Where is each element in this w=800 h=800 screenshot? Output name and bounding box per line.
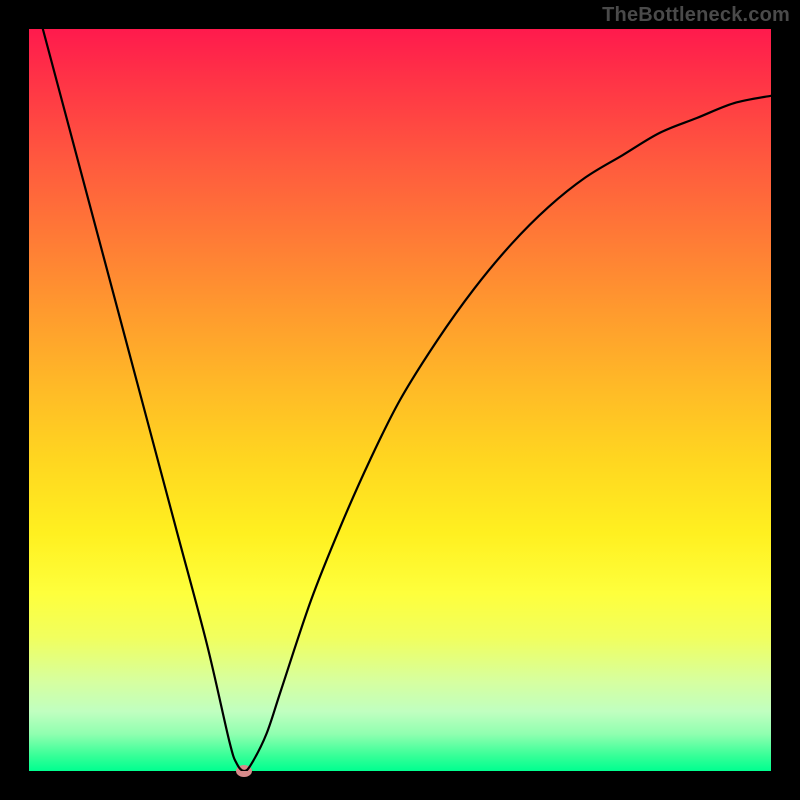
bottleneck-curve	[29, 29, 771, 771]
watermark-text: TheBottleneck.com	[602, 4, 790, 27]
chart-frame: TheBottleneck.com	[0, 0, 800, 800]
plot-area	[29, 29, 771, 771]
curve-svg	[29, 29, 771, 771]
